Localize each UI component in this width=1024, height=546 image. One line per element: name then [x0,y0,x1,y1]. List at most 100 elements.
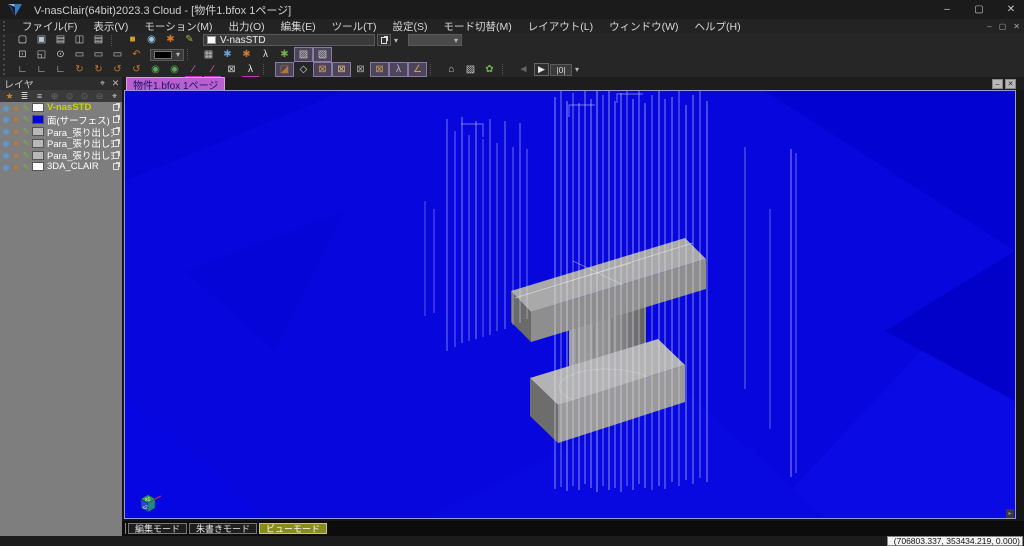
layer-color-swatch[interactable] [32,127,44,136]
camera-view1-icon[interactable]: ◉ [147,63,164,76]
layer-add-icon[interactable]: ⊕ [48,91,61,102]
boolean-union-icon[interactable]: ⊠ [314,63,331,76]
menu-item-4[interactable]: 編集(E) [273,19,324,34]
panel-close-icon[interactable]: ✕ [109,78,122,89]
print-dot-icon[interactable]: ● [11,139,21,148]
visibility-eye-icon[interactable]: ◉ [143,34,160,47]
edit-pencil-icon[interactable]: ✎ [181,34,198,47]
layer-copy-icon[interactable] [113,128,119,135]
toolbar3-grip[interactable] [3,64,10,75]
save-file-icon[interactable]: ▣ [33,34,50,47]
material-gear-icon[interactable]: ✱ [219,48,236,61]
visibility-eye-icon[interactable]: ◉ [1,127,11,136]
undo-arrow-icon[interactable]: ↶ [128,48,145,61]
doc-minimize-button[interactable]: – [992,79,1003,89]
layer-color-swatch[interactable] [32,162,44,171]
mode-tab-1[interactable]: 朱書きモード [189,523,257,534]
layer-copy-icon[interactable] [113,152,119,159]
menubar-grip[interactable] [3,21,10,31]
visibility-eye-icon[interactable]: ◉ [1,163,11,172]
zoom-search-icon[interactable]: ⊙ [52,48,69,61]
menu-item-1[interactable]: 表示(V) [85,19,136,34]
color-combobox[interactable]: ▾ [150,49,184,61]
style-page-button[interactable] [377,34,391,46]
panel-pin-icon[interactable]: ⌖ [96,78,109,89]
material-leaf-icon[interactable]: ✿ [481,63,498,76]
visibility-eye-icon[interactable]: ◉ [1,139,11,148]
transform-offset-icon[interactable]: ↺ [128,63,145,76]
gear-pair-icon[interactable]: ✱ [238,48,255,61]
measure-slope1-icon[interactable]: ∕ [185,63,202,76]
style-dropdown-arrow[interactable]: ▾ [394,36,398,45]
close-button[interactable]: ✕ [1004,4,1018,15]
trim-break-icon[interactable]: ⊠ [223,63,240,76]
transform-move-icon[interactable]: ↻ [71,63,88,76]
film-grid-icon[interactable]: ▦ [200,48,217,61]
child-minimize-button[interactable]: – [987,22,991,31]
layer-color-swatch[interactable] [32,103,44,112]
secondary-combobox[interactable]: ▾ [408,34,462,46]
boolean-subtract-icon[interactable]: ⊠ [333,63,350,76]
structure-view-icon[interactable]: ⌂ [443,63,460,76]
layer-copy-icon[interactable] [113,140,119,147]
new-document-icon[interactable]: ▢ [14,34,31,47]
layer-remove-icon[interactable]: ⊖ [93,91,106,102]
layer-up-icon[interactable]: ⊙ [63,91,76,102]
transform-rotate-icon[interactable]: ↻ [90,63,107,76]
doc-close-button[interactable]: ✕ [1005,79,1016,89]
view-rect3-icon[interactable]: ▭ [109,48,126,61]
snapshot-image-icon[interactable]: ▨ [462,63,479,76]
layer-star-icon[interactable]: ★ [3,91,16,102]
zoom-region-icon[interactable]: ◱ [33,48,50,61]
layer-copy-icon[interactable] [113,116,119,123]
child-close-button[interactable]: ✕ [1013,22,1020,31]
menu-item-10[interactable]: ヘルプ(H) [687,19,749,34]
layer-copy-icon[interactable] [113,163,119,170]
print-icon[interactable]: ▤ [52,34,69,47]
boolean-intersect-icon[interactable]: ⊠ [352,63,369,76]
print-dot-icon[interactable]: ● [11,151,21,160]
layer-pin-icon[interactable]: ⌖ [108,91,121,102]
layer-color-swatch[interactable] [32,115,44,124]
stairs-tool-icon[interactable]: ∠ [409,63,426,76]
menu-item-8[interactable]: レイアウト(L) [520,19,601,34]
settings-gear-icon[interactable]: ✱ [162,34,179,47]
boolean-cut-icon[interactable]: ⊠ [371,63,388,76]
menu-item-3[interactable]: 出力(O) [220,19,272,34]
view-rect2-icon[interactable]: ▭ [90,48,107,61]
child-restore-button[interactable]: ▢ [999,22,1007,31]
layer-row-4[interactable]: ◉●✎Para_張り出し式橋脚_柱 [0,149,122,161]
toolbar2-grip[interactable] [3,49,10,60]
layer-list2-icon[interactable]: ≡ [33,91,46,102]
edit-pencil-icon[interactable]: ✎ [21,115,31,124]
wire-box-icon[interactable]: ◇ [295,63,312,76]
print-dot-icon[interactable]: ● [11,163,21,172]
mode-tab-0[interactable]: 編集モード [128,523,187,534]
layer-row-5[interactable]: ◉●✎3DA_CLAIR [0,161,122,173]
solid-box-icon[interactable]: ◪ [276,63,293,76]
print-settings-icon[interactable]: ▤ [90,34,107,47]
walk-person-icon[interactable]: λ [257,48,274,61]
nav-back-icon[interactable]: ◄ [515,63,532,76]
measure-slope2-icon[interactable]: ∕ [204,63,221,76]
polyline-corner1-icon[interactable]: ∟ [14,63,31,76]
layer-down-icon[interactable]: ⊙ [78,91,91,102]
walkthrough-person-icon[interactable]: λ [242,63,259,76]
layer-list-icon[interactable]: ≣ [18,91,31,102]
menu-item-6[interactable]: 設定(S) [385,19,436,34]
menu-item-9[interactable]: ウィンドウ(W) [601,19,686,34]
edit-pencil-icon[interactable]: ✎ [21,151,31,160]
print-dot-icon[interactable]: ● [11,104,21,113]
zoom-window-icon[interactable]: ⊡ [14,48,31,61]
render-image-icon[interactable]: ▨ [295,48,312,61]
menu-item-2[interactable]: モーション(M) [136,19,220,34]
menu-item-0[interactable]: ファイル(F) [14,19,85,34]
render-image2-icon[interactable]: ▧ [314,48,331,61]
edit-pencil-icon[interactable]: ✎ [21,127,31,136]
visibility-eye-icon[interactable]: ◉ [1,151,11,160]
layer-color-swatch[interactable] [32,139,44,148]
visibility-eye-icon[interactable]: ◉ [1,115,11,124]
frame-dropdown-arrow[interactable]: ▾ [575,65,579,74]
mode-tab-2[interactable]: ビューモード [259,523,327,534]
camera-view2-icon[interactable]: ◉ [166,63,183,76]
